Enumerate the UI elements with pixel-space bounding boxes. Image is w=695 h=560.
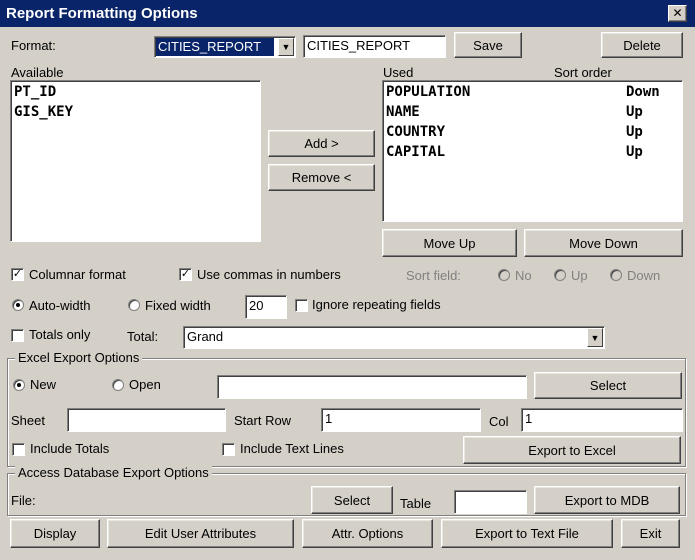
list-item[interactable]: COUNTRY Up xyxy=(385,122,680,142)
sort-no-radio[interactable] xyxy=(498,269,510,281)
total-combo-value: Grand xyxy=(187,329,224,344)
start-row-input[interactable]: 1 xyxy=(321,408,481,432)
table-label: Table xyxy=(400,496,432,511)
col-label: Col xyxy=(489,414,509,429)
fixed-width-radio[interactable] xyxy=(128,299,140,311)
used-sort-order: Up xyxy=(626,144,643,160)
list-item[interactable]: CAPITAL Up xyxy=(385,142,680,162)
save-button[interactable]: Save xyxy=(454,32,522,58)
available-list[interactable]: PT_ID GIS_KEY xyxy=(10,80,261,242)
format-label: Format: xyxy=(11,38,56,53)
used-field-name: COUNTRY xyxy=(386,124,446,140)
sheet-label: Sheet xyxy=(11,413,45,428)
start-row-label: Start Row xyxy=(234,413,292,428)
used-label: Used xyxy=(383,65,414,80)
sheet-input[interactable] xyxy=(67,408,226,432)
edit-user-attributes-button[interactable]: Edit User Attributes xyxy=(107,519,294,548)
export-excel-button[interactable]: Export to Excel xyxy=(463,436,681,464)
sort-up-label: Up xyxy=(571,268,588,283)
include-totals-checkbox[interactable] xyxy=(12,443,25,456)
excel-open-label: Open xyxy=(129,377,161,392)
ignore-repeating-checkbox[interactable] xyxy=(295,299,308,312)
fixed-width-label: Fixed width xyxy=(145,298,211,313)
sort-order-label: Sort order xyxy=(554,65,612,80)
format-name-input[interactable]: CITIES_REPORT xyxy=(303,35,446,58)
used-sort-order: Down xyxy=(626,84,660,100)
title-bar: Report Formatting Options ✕ xyxy=(0,0,695,27)
include-text-lines-checkbox[interactable] xyxy=(222,443,235,456)
sort-up-radio[interactable] xyxy=(554,269,566,281)
totals-only-label: Totals only xyxy=(29,327,91,342)
access-select-button[interactable]: Select xyxy=(311,486,393,514)
export-mdb-button[interactable]: Export to MDB xyxy=(534,486,680,514)
excel-export-title: Excel Export Options xyxy=(15,350,143,365)
sort-down-radio[interactable] xyxy=(610,269,622,281)
access-file-label: File: xyxy=(11,493,36,508)
auto-width-radio[interactable] xyxy=(12,299,24,311)
access-export-title: Access Database Export Options xyxy=(15,465,212,480)
move-down-button[interactable]: Move Down xyxy=(524,229,683,257)
totals-only-checkbox[interactable] xyxy=(11,329,24,342)
sort-down-label: Down xyxy=(627,268,661,283)
available-label: Available xyxy=(11,65,64,80)
used-list[interactable]: POPULATION Down NAME Up COUNTRY Up CAPITAL U… xyxy=(382,80,683,222)
columnar-format-checkbox[interactable]: ✓ xyxy=(11,268,24,281)
check-icon: ✓ xyxy=(12,268,23,280)
chevron-down-icon[interactable]: ▼ xyxy=(278,38,294,56)
total-label: Total: xyxy=(127,329,159,344)
attr-options-button[interactable]: Attr. Options xyxy=(302,519,433,548)
used-sort-order: Up xyxy=(626,124,643,140)
total-combo[interactable]: Grand ▼ xyxy=(183,326,605,349)
excel-new-label: New xyxy=(30,377,57,392)
auto-width-label: Auto-width xyxy=(29,298,91,313)
export-text-file-button[interactable]: Export to Text File xyxy=(441,519,613,548)
exit-button[interactable]: Exit xyxy=(621,519,680,548)
used-field-name: CAPITAL xyxy=(386,144,446,160)
delete-button[interactable]: Delete xyxy=(601,32,683,58)
chevron-down-icon[interactable]: ▼ xyxy=(587,328,603,347)
used-field-name: POPULATION xyxy=(386,84,471,100)
move-up-button[interactable]: Move Up xyxy=(382,229,517,257)
list-item[interactable]: GIS_KEY xyxy=(13,102,258,122)
window-title: Report Formatting Options xyxy=(6,5,198,22)
format-combo[interactable]: CITIES_REPORT ▼ xyxy=(154,36,296,58)
list-item[interactable]: PT_ID xyxy=(13,82,258,102)
width-input[interactable]: 20 xyxy=(245,295,287,319)
display-button[interactable]: Display xyxy=(10,519,100,548)
col-input[interactable]: 1 xyxy=(521,408,683,432)
excel-open-radio[interactable] xyxy=(112,379,124,391)
sort-no-label: No xyxy=(515,268,532,283)
use-commas-label: Use commas in numbers xyxy=(197,267,341,282)
table-input[interactable] xyxy=(454,490,527,514)
columnar-format-label: Columnar format xyxy=(29,267,126,282)
excel-file-input[interactable] xyxy=(217,375,527,399)
close-button[interactable]: ✕ xyxy=(668,5,687,22)
ignore-repeating-label: Ignore repeating fields xyxy=(312,297,441,312)
close-icon: ✕ xyxy=(672,6,683,20)
used-field-name: NAME xyxy=(386,104,420,120)
excel-select-button[interactable]: Select xyxy=(534,372,682,399)
check-icon: ✓ xyxy=(180,268,191,280)
include-totals-label: Include Totals xyxy=(30,441,110,456)
used-sort-order: Up xyxy=(626,104,643,120)
use-commas-checkbox[interactable]: ✓ xyxy=(179,268,192,281)
excel-new-radio[interactable] xyxy=(13,379,25,391)
list-item[interactable]: NAME Up xyxy=(385,102,680,122)
sort-field-label: Sort field: xyxy=(406,268,461,283)
add-button[interactable]: Add > xyxy=(268,130,375,157)
include-text-lines-label: Include Text Lines xyxy=(240,441,344,456)
format-combo-value: CITIES_REPORT xyxy=(156,38,274,56)
remove-button[interactable]: Remove < xyxy=(268,164,375,191)
list-item[interactable]: POPULATION Down xyxy=(385,82,680,102)
